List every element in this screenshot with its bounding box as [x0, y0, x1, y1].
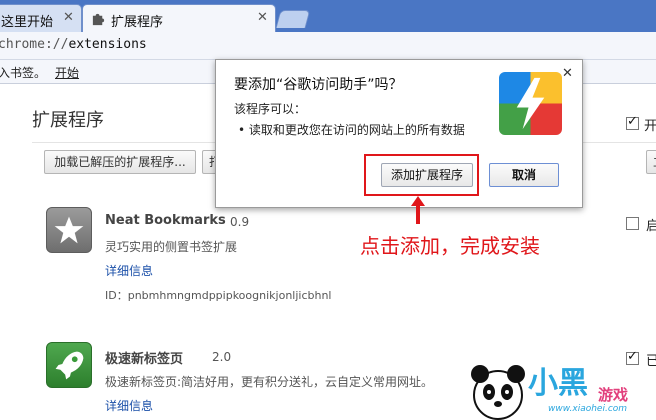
- address-bar[interactable]: chrome://extensions: [0, 32, 656, 60]
- instruction-annotation: 点击添加，完成安装: [360, 234, 540, 258]
- close-tab-icon[interactable]: ✕: [63, 10, 74, 25]
- tab-extensions[interactable]: 扩展程序 ✕: [82, 4, 276, 32]
- extension-version: 2.0: [212, 350, 232, 364]
- puzzle-icon: [92, 13, 105, 26]
- load-unpacked-button[interactable]: 加载已解压的扩展程序...: [44, 150, 196, 174]
- details-link[interactable]: 详细信息: [105, 397, 153, 414]
- close-icon[interactable]: ✕: [562, 66, 573, 81]
- page-title: 扩展程序: [32, 110, 104, 131]
- enable-checkbox[interactable]: [626, 217, 639, 230]
- close-tab-icon[interactable]: ✕: [257, 10, 268, 25]
- arrow-up-icon: [411, 196, 425, 224]
- bookmarks-prompt: 入书签。: [0, 66, 47, 80]
- cancel-button[interactable]: 取消: [489, 163, 559, 187]
- bookmarks-start-link[interactable]: 开始: [55, 64, 79, 81]
- extension-name: Neat Bookmarks: [105, 213, 226, 228]
- tab-title: 这里开始: [1, 15, 54, 30]
- watermark-brand: 小黑: [528, 366, 588, 401]
- tab-strip: 这里开始 ✕ 扩展程序 ✕: [0, 0, 656, 32]
- extension-description: 极速新标签页:简洁好用，更有积分送礼，云自定义常用网址。: [105, 375, 434, 389]
- lightning-logo-icon: [499, 72, 562, 135]
- star-icon: [46, 207, 92, 253]
- enable-label: 启: [646, 219, 656, 234]
- extension-id: ID：pnbmhmngmdppipkoognikjonljicbhnl: [105, 289, 332, 302]
- rocket-icon: [46, 342, 92, 388]
- permission-item: • 读取和更改您在访问的网站上的所有数据: [238, 123, 465, 137]
- watermark-game: 游戏: [598, 386, 629, 404]
- details-link[interactable]: 详细信息: [105, 262, 153, 279]
- update-extensions-button[interactable]: 立: [646, 150, 656, 174]
- developer-mode-label: 开: [644, 119, 656, 134]
- extension-name: 极速新标签页: [105, 352, 184, 367]
- tab-start[interactable]: 这里开始 ✕: [0, 4, 82, 32]
- highlight-box: [364, 154, 479, 196]
- watermark-url: www.xiaohei.com: [548, 404, 628, 414]
- developer-mode-checkbox[interactable]: [626, 114, 639, 130]
- tab-title: 扩展程序: [111, 15, 164, 30]
- extension-description: 灵巧实用的侧置书签扩展: [105, 240, 238, 254]
- extension-version: 0.9: [230, 215, 250, 229]
- permissions-heading: 该程序可以：: [234, 102, 307, 116]
- new-tab-button[interactable]: [275, 10, 311, 28]
- dialog-title: 要添加“谷歌访问助手”吗？: [234, 77, 403, 93]
- url-text[interactable]: chrome://extensions: [0, 37, 147, 52]
